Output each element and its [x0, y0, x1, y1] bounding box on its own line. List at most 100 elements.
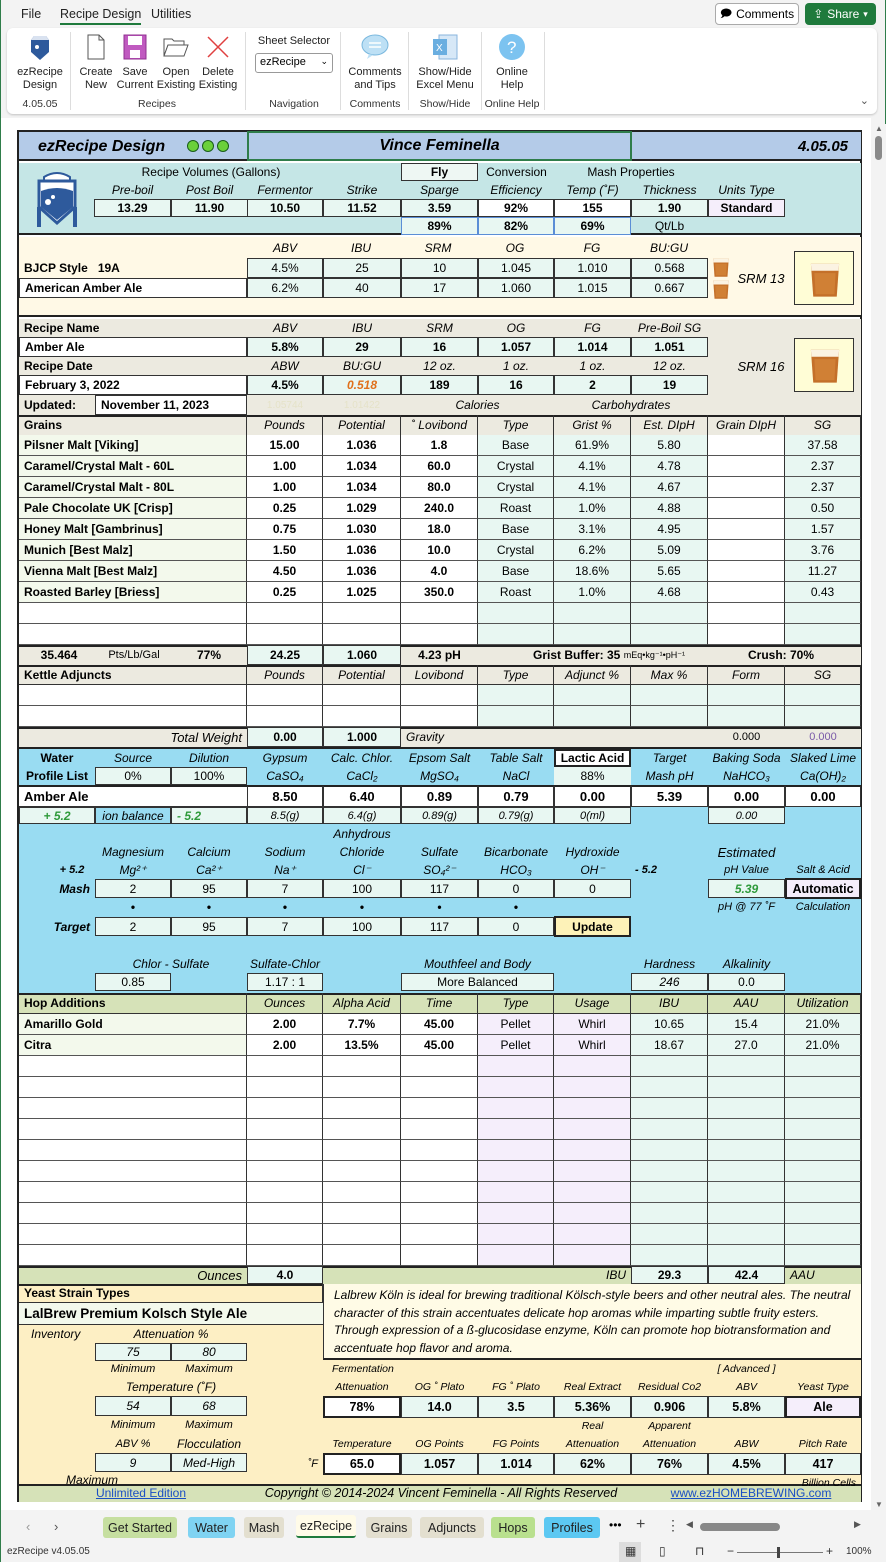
adjunct-cell[interactable] [323, 706, 401, 727]
hop-cell[interactable]: 2.00 [247, 1014, 323, 1035]
hop-cell[interactable] [323, 1245, 401, 1266]
grain-cell[interactable] [708, 603, 785, 624]
hop-cell[interactable] [478, 1077, 554, 1098]
update-button[interactable]: Update [554, 916, 631, 937]
hop-cell[interactable] [247, 1203, 323, 1224]
hop-cell[interactable] [478, 1098, 554, 1119]
hop-cell[interactable] [247, 1119, 323, 1140]
grain-cell[interactable]: 60.0 [401, 456, 478, 477]
grain-cell[interactable]: 0.25 [247, 582, 323, 603]
hop-cell[interactable] [554, 1182, 631, 1203]
hop-name[interactable] [19, 1077, 247, 1098]
hop-cell[interactable] [323, 1203, 401, 1224]
grain-cell[interactable] [401, 624, 478, 645]
grain-cell[interactable]: 1.034 [323, 477, 401, 498]
grain-cell[interactable]: 1.50 [247, 540, 323, 561]
grain-cell[interactable] [708, 582, 785, 603]
hop-cell[interactable] [554, 1203, 631, 1224]
grain-cell[interactable]: 80.0 [401, 477, 478, 498]
grain-cell[interactable]: 18.0 [401, 519, 478, 540]
hop-cell[interactable] [247, 1182, 323, 1203]
grain-cell[interactable] [401, 603, 478, 624]
grain-name[interactable]: Munich [Best Malz] [19, 540, 247, 561]
hop-cell[interactable]: Whirl [554, 1035, 631, 1056]
hop-cell[interactable] [247, 1077, 323, 1098]
grain-cell[interactable]: 1.036 [323, 435, 401, 456]
grain-cell[interactable]: 1.036 [323, 540, 401, 561]
volume-value[interactable]: 13.29 [94, 199, 171, 217]
salt-value[interactable]: 0.79 [478, 785, 554, 807]
hop-cell[interactable]: Whirl [554, 1014, 631, 1035]
salt-value[interactable]: 0.00 [708, 785, 785, 807]
adjunct-cell[interactable] [401, 706, 478, 727]
menu-recipe-design[interactable]: Recipe Design [60, 7, 142, 25]
hop-cell[interactable] [478, 1245, 554, 1266]
hop-cell[interactable] [323, 1056, 401, 1077]
sheet-tab-profiles[interactable]: Profiles [544, 1517, 600, 1538]
grain-cell[interactable]: 1.8 [401, 435, 478, 456]
hop-cell[interactable] [401, 1224, 478, 1245]
hop-name[interactable] [19, 1224, 247, 1245]
water-profile-name[interactable]: Amber Ale [19, 785, 247, 807]
hop-cell[interactable] [554, 1077, 631, 1098]
grain-name[interactable]: Vienna Malt [Best Malz] [19, 561, 247, 582]
salt-value[interactable]: 0.00 [554, 785, 631, 807]
page-layout-icon[interactable]: ▯ [659, 1544, 666, 1558]
sheet-options-icon[interactable]: ⋮ [666, 1517, 680, 1534]
sheet-tab-get-started[interactable]: Get Started [103, 1517, 177, 1538]
sheet-tab-grains[interactable]: Grains [366, 1517, 412, 1538]
hop-cell[interactable] [247, 1161, 323, 1182]
hop-cell[interactable]: 7.7% [323, 1014, 401, 1035]
salt-value[interactable]: 0.00 [785, 785, 861, 807]
hop-cell[interactable] [554, 1119, 631, 1140]
hop-cell[interactable] [478, 1224, 554, 1245]
recipe-name[interactable]: Amber Ale [19, 337, 247, 357]
grain-name[interactable]: Caramel/Crystal Malt - 60L [19, 456, 247, 477]
sheet-tab-hops[interactable]: Hops [491, 1517, 535, 1538]
hop-cell[interactable] [554, 1161, 631, 1182]
grain-cell[interactable]: 1.036 [323, 561, 401, 582]
hop-name[interactable] [19, 1098, 247, 1119]
hop-cell[interactable] [401, 1098, 478, 1119]
salt-value[interactable]: 6.40 [323, 785, 401, 807]
grain-cell[interactable]: 1.00 [247, 477, 323, 498]
grain-cell[interactable]: 15.00 [247, 435, 323, 456]
hop-cell[interactable]: 45.00 [401, 1035, 478, 1056]
hop-name[interactable] [19, 1140, 247, 1161]
hop-cell[interactable] [401, 1119, 478, 1140]
hop-cell[interactable] [478, 1161, 554, 1182]
open-existing-button[interactable]: Open Existing [156, 32, 196, 92]
scroll-up-icon[interactable]: ▲ [875, 124, 883, 133]
add-sheet-icon[interactable]: + [636, 1516, 645, 1534]
hop-cell[interactable] [247, 1140, 323, 1161]
hop-cell[interactable] [478, 1203, 554, 1224]
ferm-value[interactable]: 78% [323, 1396, 401, 1418]
hop-cell[interactable] [554, 1140, 631, 1161]
scroll-right-icon[interactable]: ▶ [854, 1519, 861, 1530]
hop-cell[interactable]: 2.00 [247, 1035, 323, 1056]
recipe-date[interactable]: February 3, 2022 [19, 375, 247, 395]
hop-cell[interactable]: 45.00 [401, 1014, 478, 1035]
hop-name[interactable]: Amarillo Gold [19, 1014, 247, 1035]
hop-cell[interactable] [323, 1182, 401, 1203]
grain-name[interactable] [19, 603, 247, 624]
target-ion-value[interactable]: 117 [401, 917, 478, 936]
hop-cell[interactable] [554, 1056, 631, 1077]
target-ion-value[interactable]: 95 [171, 917, 247, 936]
hop-cell[interactable] [401, 1140, 478, 1161]
grain-cell[interactable] [323, 624, 401, 645]
grain-cell[interactable] [708, 519, 785, 540]
hop-cell[interactable] [478, 1119, 554, 1140]
grain-cell[interactable]: 1.025 [323, 582, 401, 603]
scroll-left-icon[interactable]: ◀ [686, 1519, 693, 1530]
menu-utilities[interactable]: Utilities [151, 7, 191, 21]
hscroll-thumb[interactable] [700, 1523, 780, 1531]
target-ion-value[interactable]: 0 [478, 917, 554, 936]
ferm-value[interactable]: Ale [785, 1396, 861, 1418]
sheet-tab-mash[interactable]: Mash [244, 1517, 284, 1538]
hop-cell[interactable] [247, 1098, 323, 1119]
volume-value[interactable]: 155 [554, 199, 631, 217]
target-ion-value[interactable]: 7 [247, 917, 323, 936]
adjunct-cell[interactable] [323, 685, 401, 706]
ezrecipe-design-button[interactable]: ezRecipe Design [15, 32, 65, 92]
